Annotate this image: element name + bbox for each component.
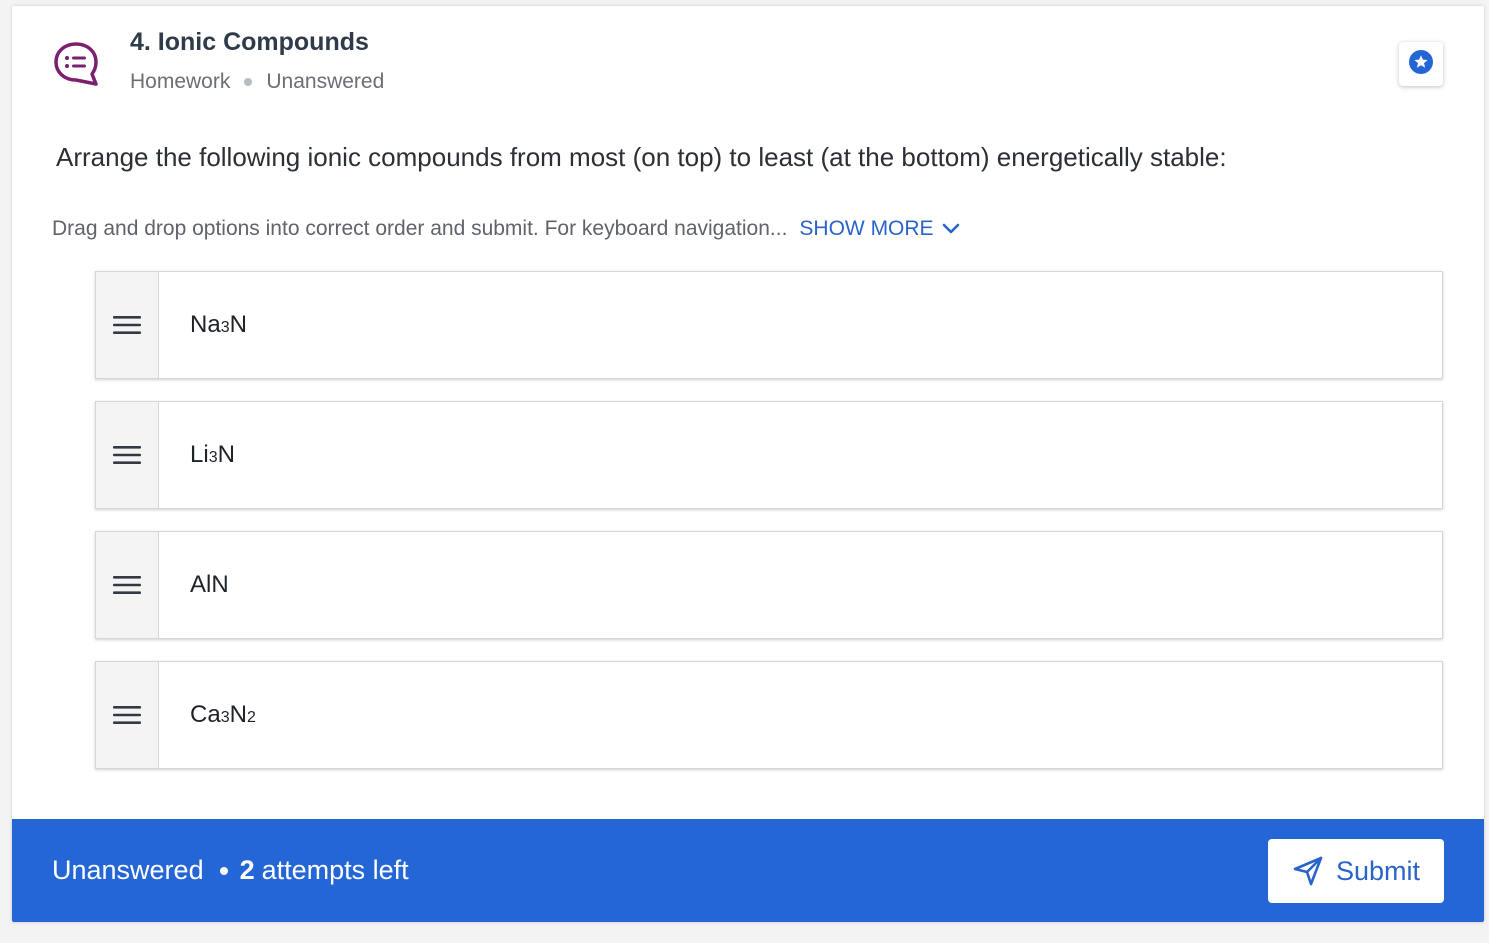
compound-formula: Na 3 N	[159, 272, 247, 378]
footer-answer-status: Unanswered	[52, 855, 204, 885]
assignment-type: Homework	[130, 70, 231, 93]
compound-formula: Li 3 N	[159, 402, 235, 508]
submit-button[interactable]: Submit	[1268, 839, 1444, 903]
drag-handle-icon	[113, 576, 141, 594]
show-more-label: SHOW MORE	[799, 217, 934, 240]
attempt-status: Unanswered 2 attempts left	[52, 855, 409, 886]
drag-handle-icon	[113, 446, 141, 464]
status-separator	[219, 866, 228, 875]
chat-list-icon	[52, 40, 100, 88]
sortable-option-li3n[interactable]: Li 3 N	[95, 401, 1443, 509]
formula-subscript: 3	[220, 319, 230, 336]
sortable-option-aln[interactable]: AlN	[95, 531, 1443, 639]
chevron-down-icon	[942, 223, 959, 234]
submission-footer: Unanswered 2 attempts left Submit	[12, 819, 1484, 922]
answer-status: Unanswered	[266, 70, 385, 93]
formula-part: Li	[190, 441, 209, 468]
drag-handle[interactable]	[96, 272, 159, 378]
formula-part: Na	[190, 311, 221, 338]
compound-formula: Ca 3 N 2	[159, 662, 256, 768]
drag-handle[interactable]	[96, 662, 159, 768]
formula-part: N	[229, 701, 247, 728]
drag-handle[interactable]	[96, 402, 159, 508]
sortable-option-ca3n2[interactable]: Ca 3 N 2	[95, 661, 1443, 769]
drag-handle-icon	[113, 316, 141, 334]
show-more-link[interactable]: SHOW MORE	[799, 217, 959, 241]
drag-handle[interactable]	[96, 532, 159, 638]
formula-part: N	[229, 311, 247, 338]
instructions: Drag and drop options into correct order…	[52, 217, 960, 241]
formula-subscript: 2	[246, 709, 256, 726]
submit-label: Submit	[1335, 855, 1421, 886]
sortable-option-na3n[interactable]: Na 3 N	[95, 271, 1443, 379]
attempts-label: attempts left	[261, 855, 409, 885]
question-title: 4. Ionic Compounds	[130, 28, 369, 56]
bookmark-button[interactable]	[1399, 42, 1443, 86]
star-badge-icon	[1409, 49, 1433, 79]
formula-subscript: 3	[220, 709, 230, 726]
formula-part: Ca	[190, 701, 221, 728]
question-card: 4. Ionic Compounds Homework Unanswered A…	[12, 6, 1484, 922]
drag-handle-icon	[113, 706, 141, 724]
formula-part: AlN	[190, 571, 229, 598]
formula-part: N	[217, 441, 235, 468]
question-text: Arrange the following ionic compounds fr…	[56, 142, 1227, 172]
attempts-count: 2	[239, 855, 255, 885]
instructions-text: Drag and drop options into correct order…	[52, 217, 788, 240]
paper-plane-icon	[1293, 856, 1323, 886]
meta-separator	[244, 78, 253, 86]
formula-subscript: 3	[208, 449, 218, 466]
compound-formula: AlN	[159, 532, 229, 638]
question-meta: Homework Unanswered	[130, 70, 384, 94]
